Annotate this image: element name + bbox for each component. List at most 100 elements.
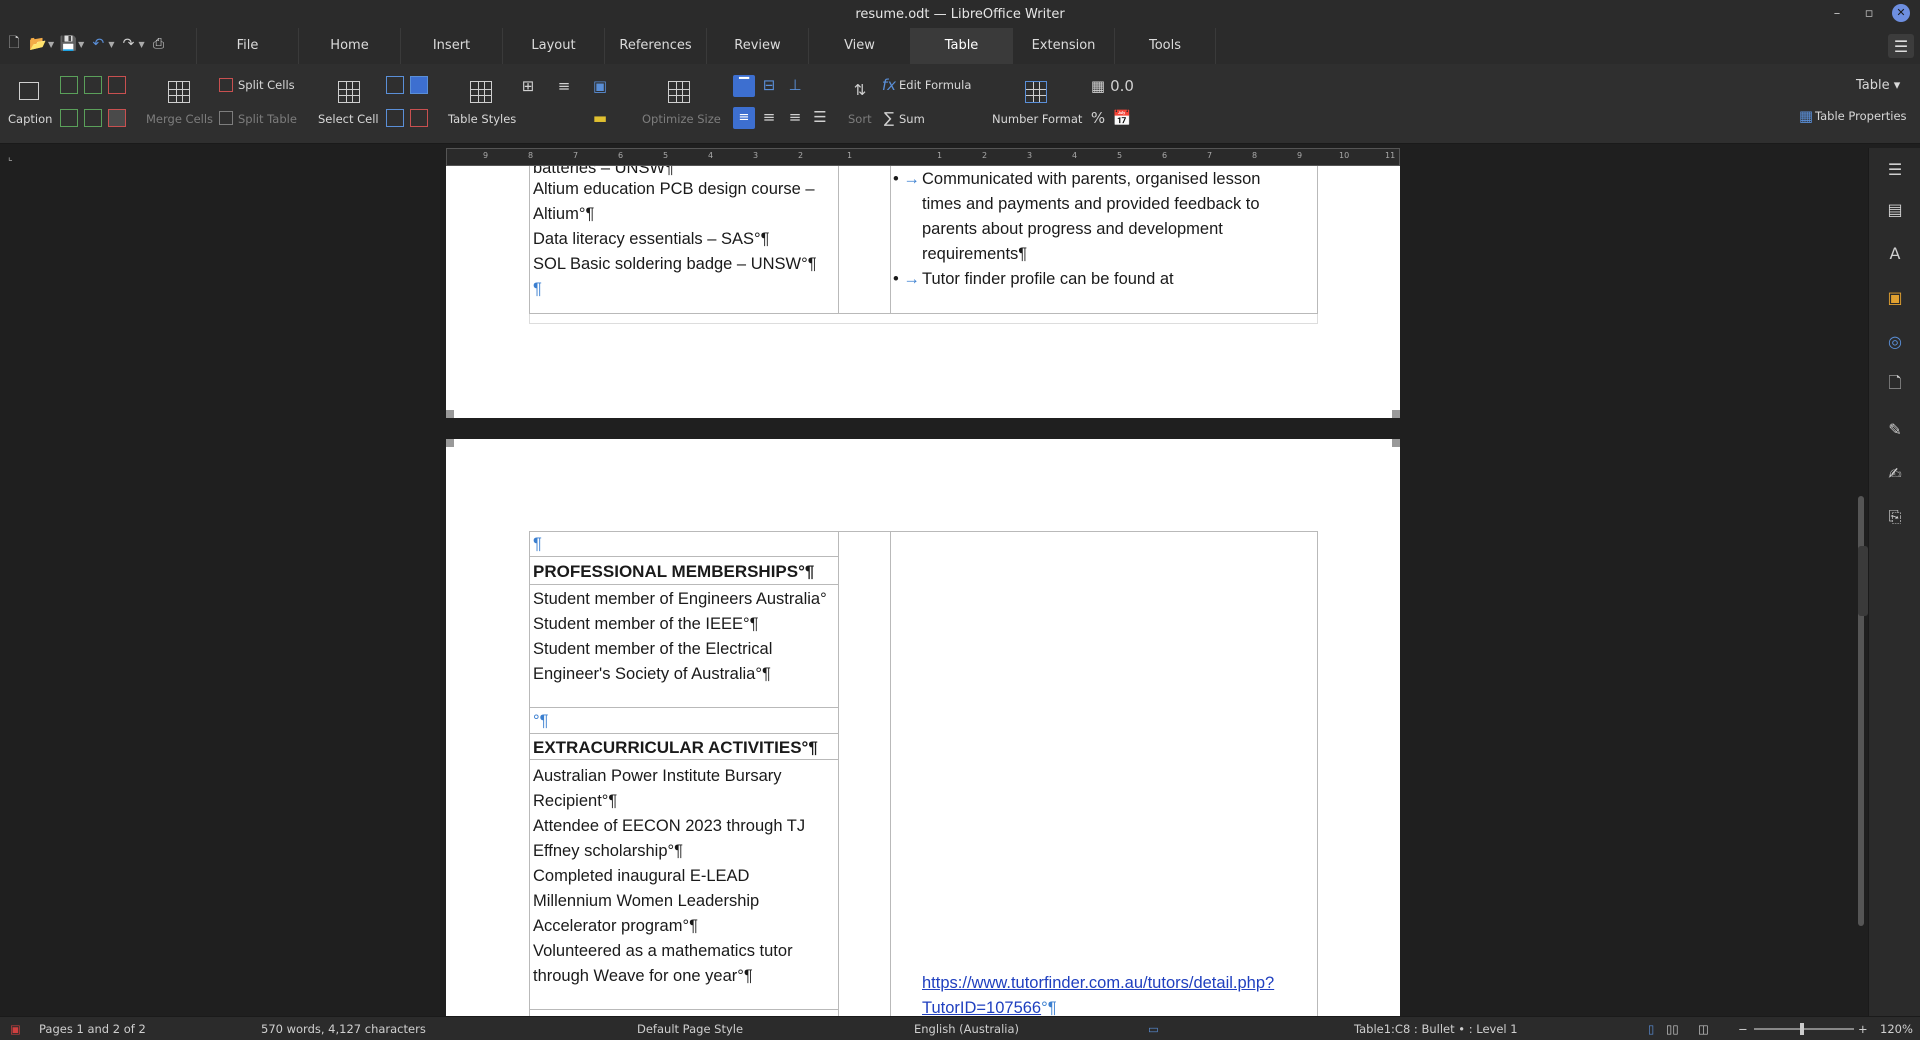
style-inspector-icon[interactable]: ✎ xyxy=(1884,418,1906,440)
save-status-icon[interactable]: ▣ xyxy=(10,1022,21,1036)
align-center-vertical-icon[interactable]: ⊟ xyxy=(759,75,779,95)
borders-icon[interactable]: ⊞ xyxy=(518,76,538,96)
tab-layout[interactable]: Layout xyxy=(502,28,604,64)
page-style[interactable]: Default Page Style xyxy=(637,1022,743,1036)
new-document-icon[interactable]: 🗋 xyxy=(4,34,24,54)
delete-rows-icon[interactable] xyxy=(108,76,126,94)
document-canvas[interactable]: batteries – UNSW¶ Altium education PCB d… xyxy=(0,166,1852,1016)
table-properties-button[interactable]: Table Properties xyxy=(1815,109,1907,123)
sum-icon[interactable]: ∑ xyxy=(880,109,898,127)
zoom-level[interactable]: 120% xyxy=(1880,1022,1913,1036)
align-right-icon[interactable]: ≡ xyxy=(785,107,805,127)
border-color-icon[interactable]: ▣ xyxy=(590,76,610,96)
undo-icon[interactable]: ↶ xyxy=(88,34,108,54)
zoom-slider[interactable] xyxy=(1754,1028,1854,1030)
align-bottom-icon[interactable]: ⊥ xyxy=(785,75,805,95)
delete-table-icon[interactable] xyxy=(108,109,126,127)
tab-view[interactable]: View xyxy=(808,28,910,64)
insert-columns-after-icon[interactable] xyxy=(84,109,102,127)
styles-icon[interactable]: A xyxy=(1884,242,1906,264)
tab-references[interactable]: References xyxy=(604,28,706,64)
optimize-size-icon[interactable] xyxy=(668,81,690,103)
page-1[interactable]: batteries – UNSW¶ Altium education PCB d… xyxy=(446,166,1400,418)
single-page-view-icon[interactable]: ▯ xyxy=(1648,1022,1654,1036)
selection-mode-icon[interactable]: ▭ xyxy=(1148,1022,1159,1036)
tab-stop-selector[interactable]: ⌞ xyxy=(8,152,13,163)
tab-home[interactable]: Home xyxy=(298,28,400,64)
undo-dropdown-icon[interactable]: ▼ xyxy=(108,40,114,49)
tutorfinder-link[interactable]: https://www.tutorfinder.com.au/tutors/de… xyxy=(922,971,1274,996)
table-styles-icon[interactable] xyxy=(470,81,492,103)
align-top-icon[interactable]: ▔ xyxy=(733,75,755,97)
zoom-out-icon[interactable]: − xyxy=(1738,1022,1748,1036)
restore-icon[interactable]: ▫ xyxy=(1860,6,1878,21)
navigator-icon[interactable]: ◎ xyxy=(1884,330,1906,352)
tab-tools[interactable]: Tools xyxy=(1114,28,1216,64)
sidebar-menu-icon[interactable]: ☰ xyxy=(1884,158,1906,180)
tutorfinder-link-line2[interactable]: TutorID=107566°¶ xyxy=(922,996,1057,1016)
multi-page-view-icon[interactable]: ▯▯ xyxy=(1666,1022,1679,1036)
zoom-in-icon[interactable]: + xyxy=(1858,1022,1868,1036)
table-dropdown[interactable]: Table ▾ xyxy=(1856,78,1900,93)
design-icon[interactable]: ⎘ xyxy=(1884,506,1906,528)
select-cell-icon[interactable] xyxy=(338,81,360,103)
redo-icon[interactable]: ↷ xyxy=(118,34,138,54)
table-properties-icon[interactable]: ▦ xyxy=(1798,107,1814,125)
align-left-icon[interactable]: ≡ xyxy=(733,107,755,129)
select-column-icon[interactable] xyxy=(386,76,404,94)
manage-changes-icon[interactable]: ✍ xyxy=(1884,462,1906,484)
split-cells-icon[interactable] xyxy=(219,78,233,92)
tab-review[interactable]: Review xyxy=(706,28,808,64)
split-table-icon[interactable] xyxy=(219,111,233,125)
justify-icon[interactable]: ☰ xyxy=(810,107,830,127)
language[interactable]: English (Australia) xyxy=(914,1022,1019,1036)
merge-cells-icon[interactable] xyxy=(168,81,190,103)
merge-cells-button[interactable]: Merge Cells xyxy=(146,112,213,126)
tutorfinder-id-link[interactable]: TutorID=107566 xyxy=(922,999,1041,1016)
align-center-icon[interactable]: ≡ xyxy=(759,107,779,127)
book-view-icon[interactable]: ◫ xyxy=(1698,1022,1709,1036)
open-folder-icon[interactable]: 📂 xyxy=(28,34,48,54)
save-icon[interactable]: 💾 xyxy=(58,34,78,54)
border-style-icon[interactable]: ≡ xyxy=(554,76,574,96)
close-icon[interactable]: ✕ xyxy=(1892,4,1910,22)
properties-icon[interactable]: ▤ xyxy=(1884,198,1906,220)
tab-insert[interactable]: Insert xyxy=(400,28,502,64)
split-cells-button[interactable]: Split Cells xyxy=(238,78,295,92)
zoom-slider-knob[interactable] xyxy=(1800,1023,1804,1035)
insert-rows-above-icon[interactable] xyxy=(60,76,78,94)
hamburger-menu-icon[interactable]: ☰ xyxy=(1888,34,1914,58)
split-table-button[interactable]: Split Table xyxy=(238,112,297,126)
select-cell-button[interactable]: Select Cell xyxy=(318,112,379,126)
minimize-icon[interactable]: – xyxy=(1828,6,1846,21)
percent-format-icon[interactable]: % xyxy=(1088,108,1108,128)
delete-columns-icon[interactable] xyxy=(410,109,428,127)
page-count[interactable]: Pages 1 and 2 of 2 xyxy=(39,1022,146,1036)
sum-button[interactable]: Sum xyxy=(899,112,925,126)
sort-icon[interactable]: ⇅ xyxy=(848,78,872,102)
sidebar-collapse-handle[interactable] xyxy=(1858,546,1868,616)
word-count[interactable]: 570 words, 4,127 characters xyxy=(261,1022,426,1036)
sort-button[interactable]: Sort xyxy=(848,112,872,126)
open-dropdown-icon[interactable]: ▼ xyxy=(48,40,54,49)
page-2[interactable]: ¶ PROFESSIONAL MEMBERSHIPS°¶ Student mem… xyxy=(446,439,1400,1016)
gallery-icon[interactable]: ▣ xyxy=(1884,286,1906,308)
number-format-icon[interactable] xyxy=(1025,81,1047,103)
tab-file[interactable]: File xyxy=(196,28,298,64)
edit-formula-button[interactable]: Edit Formula xyxy=(899,78,971,92)
insert-columns-before-icon[interactable] xyxy=(84,76,102,94)
optimize-size-button[interactable]: Optimize Size xyxy=(642,112,721,126)
page-icon[interactable]: 🗋 xyxy=(1884,373,1906,396)
caption-icon[interactable] xyxy=(19,82,39,100)
save-dropdown-icon[interactable]: ▼ xyxy=(78,40,84,49)
select-table-icon[interactable] xyxy=(410,76,428,94)
table-styles-button[interactable]: Table Styles xyxy=(448,112,516,126)
insert-rows-below-icon[interactable] xyxy=(60,109,78,127)
tab-table[interactable]: Table xyxy=(910,28,1012,64)
caption-button[interactable]: Caption xyxy=(8,112,52,126)
tab-extension[interactable]: Extension xyxy=(1012,28,1114,64)
cell-background-icon[interactable]: ▬ xyxy=(590,108,610,128)
decimal-format-icon[interactable]: 0.0 xyxy=(1110,76,1134,96)
number-format-button[interactable]: Number Format xyxy=(992,112,1082,126)
date-format-icon[interactable]: 📅 xyxy=(1112,108,1132,128)
